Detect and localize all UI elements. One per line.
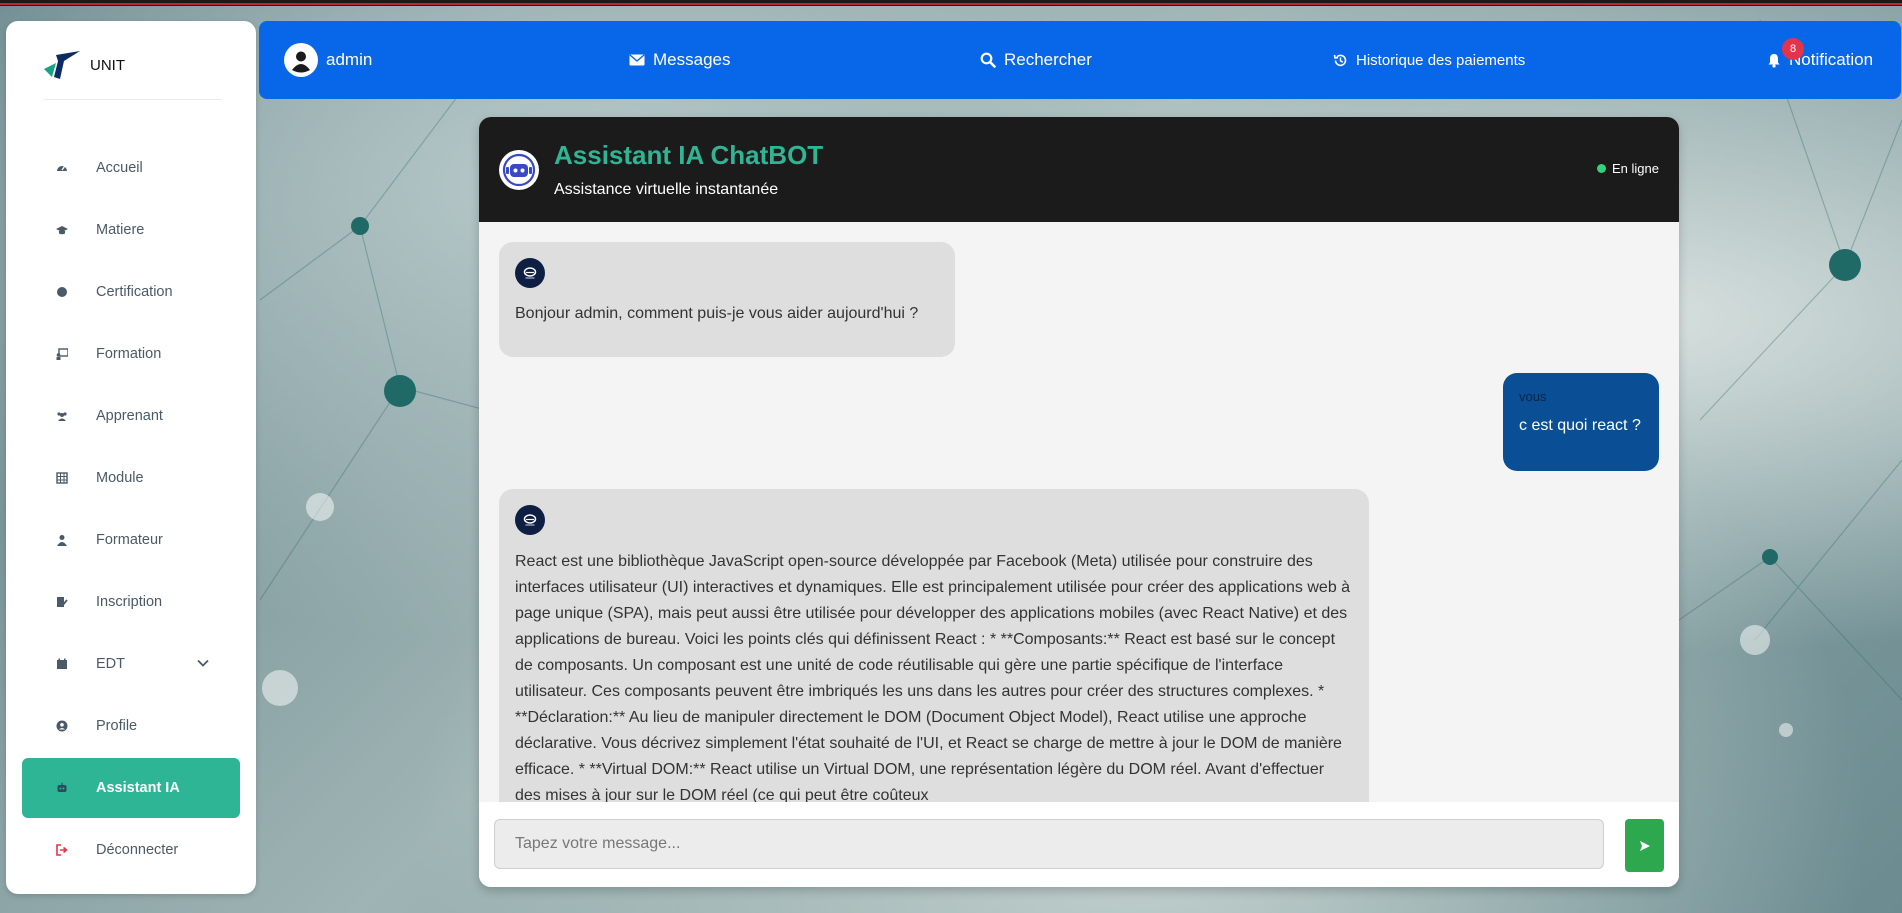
send-button[interactable] [1625, 819, 1664, 872]
sidebar-item-deconnecter[interactable]: Déconnecter [22, 820, 240, 880]
bot-avatar-icon [499, 150, 539, 190]
sidebar-item-label: Certification [96, 284, 173, 300]
sidebar-item-certification[interactable]: Certification [22, 262, 240, 322]
sidebar-item-label: Inscription [96, 594, 163, 610]
chat-subtitle: Assistance virtuelle instantanée [554, 181, 779, 198]
bot-message: Bonjour admin, comment puis-je vous aide… [499, 242, 955, 357]
calendar-icon [56, 658, 68, 670]
online-status: En ligne [1597, 161, 1659, 176]
bot-message: React est une bibliothèque JavaScript op… [499, 489, 1369, 802]
sidebar-item-matiere[interactable]: Matiere [22, 200, 240, 260]
graduation-cap-icon [56, 224, 68, 236]
divider [44, 99, 222, 100]
chevron-down-icon[interactable] [196, 656, 210, 670]
message-text: React est une bibliothèque JavaScript op… [515, 553, 1351, 802]
sidebar-item-accueil[interactable]: Accueil [22, 138, 240, 198]
sidebar-item-label: Formateur [96, 532, 163, 548]
notification-button[interactable]: Notification 8 [1767, 21, 1873, 99]
bot-avatar-icon [515, 258, 545, 288]
message-text: Bonjour admin, comment puis-je vous aide… [515, 305, 919, 322]
payment-history-label: Historique des paiements [1356, 51, 1526, 69]
top-navbar: admin Messages Rechercher Historique des… [259, 21, 1901, 99]
sidebar-item-label: EDT [96, 656, 125, 672]
sidebar-item-label: Assistant IA [96, 780, 180, 796]
sidebar-item-formateur[interactable]: Formateur [22, 510, 240, 570]
online-dot-icon [1597, 164, 1607, 173]
message-sender-label: vous [1519, 389, 1547, 404]
browser-top-edge [0, 0, 1902, 6]
sidebar-item-formation[interactable]: Formation [22, 324, 240, 384]
user-circle-icon [56, 720, 68, 732]
sidebar-item-inscription[interactable]: Inscription [22, 572, 240, 632]
sidebar-item-edt[interactable]: EDT [22, 634, 240, 694]
messages-link[interactable]: Messages [629, 21, 730, 99]
search-label: Rechercher [1004, 50, 1092, 69]
dashboard-icon [56, 162, 68, 174]
logout-icon [56, 844, 68, 856]
user-message: vous c est quoi react ? [1503, 373, 1659, 471]
envelope-icon [629, 54, 645, 66]
bell-icon [1768, 53, 1780, 68]
chalkboard-teacher-icon [56, 348, 68, 360]
sidebar-item-label: Apprenant [96, 408, 163, 424]
username: admin [326, 50, 373, 69]
sidebar-item-apprenant[interactable]: Apprenant [22, 386, 240, 446]
brand-name: UNIT [90, 56, 125, 74]
search-icon [980, 52, 996, 68]
bot-avatar-icon [515, 505, 545, 535]
message-input[interactable] [494, 819, 1604, 869]
sidebar-item-module[interactable]: Module [22, 448, 240, 508]
message-list[interactable]: Bonjour admin, comment puis-je vous aide… [479, 222, 1679, 802]
chat-title: Assistant IA ChatBOT [554, 140, 824, 170]
search-link[interactable]: Rechercher [980, 21, 1092, 99]
sidebar: UNIT Accueil Matiere Certification Forma… [6, 21, 256, 894]
sidebar-item-label: Formation [96, 346, 162, 362]
signature-icon [56, 596, 68, 608]
robot-icon [56, 782, 68, 794]
notification-count-badge: 8 [1782, 38, 1804, 60]
sidebar-item-label: Déconnecter [96, 842, 179, 858]
status-label: En ligne [1612, 161, 1659, 176]
certificate-icon [56, 286, 68, 298]
user-avatar-icon [284, 43, 318, 77]
sidebar-item-label: Accueil [96, 160, 143, 176]
chat-panel: Assistant IA ChatBOT Assistance virtuell… [479, 117, 1679, 887]
chat-header: Assistant IA ChatBOT Assistance virtuell… [479, 117, 1679, 222]
history-icon [1333, 54, 1347, 66]
unit-logo-icon [44, 51, 80, 79]
message-text: c est quoi react ? [1519, 417, 1641, 434]
sidebar-item-label: Profile [96, 718, 138, 734]
brand[interactable]: UNIT [42, 47, 125, 83]
payment-history-link[interactable]: Historique des paiements [1333, 21, 1525, 99]
sidebar-item-label: Matiere [96, 222, 145, 238]
sidebar-item-label: Module [96, 470, 144, 486]
table-icon [56, 472, 68, 484]
users-icon [56, 410, 68, 422]
messages-label: Messages [653, 50, 731, 69]
message-composer [479, 802, 1679, 887]
sidebar-item-assistant-ia[interactable]: Assistant IA [22, 758, 240, 818]
user-icon [56, 534, 68, 546]
sidebar-item-profile[interactable]: Profile [22, 696, 240, 756]
send-icon [1639, 840, 1650, 851]
user-menu[interactable]: admin [284, 21, 372, 99]
